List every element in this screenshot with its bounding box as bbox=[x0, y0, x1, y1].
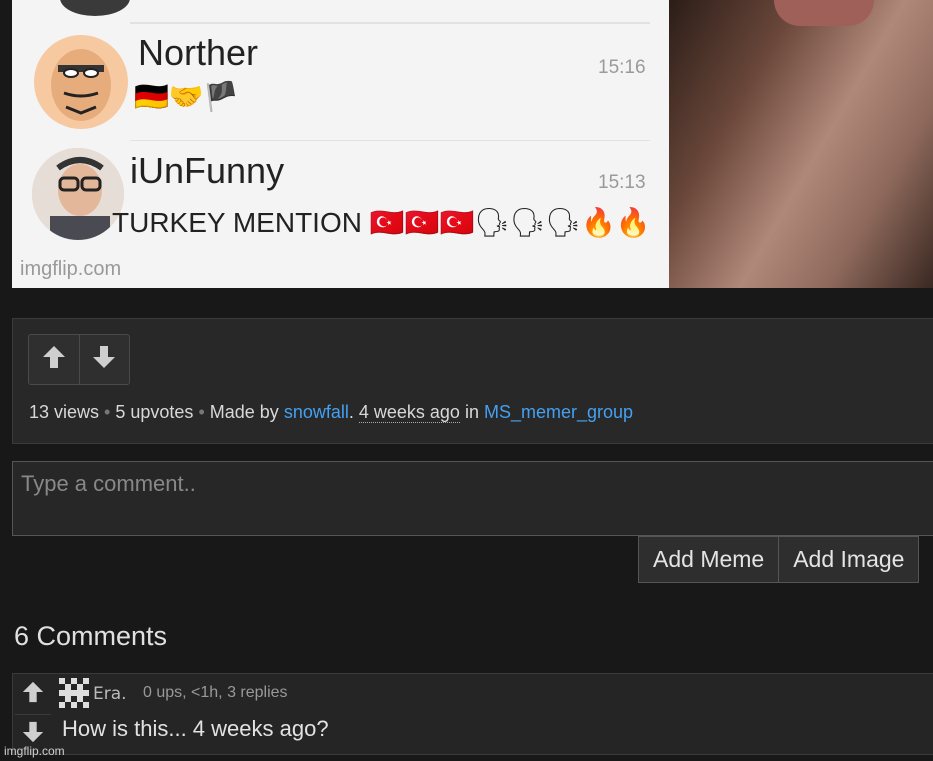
avatar bbox=[32, 148, 124, 240]
made-by-label: Made by bbox=[209, 402, 279, 422]
post-meta: 13 views • 5 upvotes • Made by snowfall.… bbox=[29, 402, 633, 423]
in-label: in bbox=[464, 402, 479, 422]
comment-username[interactable]: Era. bbox=[93, 684, 127, 704]
chat-message: 🇩🇪🤝🏴 bbox=[134, 81, 239, 112]
chat-time: 15:13 bbox=[598, 172, 646, 193]
watermark: imgflip.com bbox=[4, 744, 65, 758]
upvote-button[interactable] bbox=[29, 335, 80, 384]
period: . bbox=[348, 402, 354, 422]
divider bbox=[130, 22, 650, 24]
comment-upvote-button[interactable] bbox=[15, 676, 51, 712]
separator: • bbox=[198, 402, 210, 422]
arrow-up-icon bbox=[21, 680, 45, 709]
views-count: 13 views bbox=[29, 402, 100, 422]
arrow-down-icon bbox=[91, 344, 117, 375]
comment-meta: 0 ups, <1h, 3 replies bbox=[143, 684, 288, 701]
divider bbox=[15, 714, 51, 715]
comment-input[interactable] bbox=[13, 462, 933, 535]
comment-input-box bbox=[12, 461, 933, 536]
comment-actions: Add Meme Add Image bbox=[638, 536, 920, 583]
chat-message: TURKEY MENTION 🇹🇷🇹🇷🇹🇷🗣🗣🗣🔥🔥 bbox=[112, 207, 651, 238]
chat-screenshot: Norther 15:16 🇩🇪🤝🏴 iUnFunny 15:13 TURKEY… bbox=[12, 0, 669, 288]
meme-image[interactable]: Norther 15:16 🇩🇪🤝🏴 iUnFunny 15:13 TURKEY… bbox=[12, 0, 933, 288]
downvote-button[interactable] bbox=[79, 335, 129, 384]
comment-item: Era. 0 ups, <1h, 3 replies How is this..… bbox=[12, 673, 933, 755]
vote-box bbox=[28, 334, 130, 385]
lips bbox=[774, 0, 874, 26]
add-image-button[interactable]: Add Image bbox=[779, 536, 920, 583]
upvotes-count: 5 upvotes bbox=[115, 402, 194, 422]
avatar bbox=[60, 0, 130, 16]
comment-text: How is this... 4 weeks ago? bbox=[62, 716, 329, 741]
comments-count: 6 Comments bbox=[14, 621, 168, 651]
stream-link[interactable]: MS_memer_group bbox=[484, 402, 633, 422]
post-time: 4 weeks ago bbox=[358, 402, 460, 423]
chat-username: Norther bbox=[138, 32, 259, 73]
post-panel: 13 views • 5 upvotes • Made by snowfall.… bbox=[12, 318, 933, 444]
separator: • bbox=[104, 402, 116, 422]
avatar bbox=[34, 35, 128, 129]
add-meme-button[interactable]: Add Meme bbox=[638, 536, 780, 583]
watermark: imgflip.com bbox=[20, 258, 122, 280]
chat-username: iUnFunny bbox=[130, 150, 285, 191]
chat-time: 15:16 bbox=[598, 57, 646, 78]
arrow-up-icon bbox=[41, 344, 67, 375]
user-avatar-icon[interactable] bbox=[59, 678, 89, 713]
author-link[interactable]: snowfall bbox=[284, 402, 349, 422]
divider bbox=[130, 140, 650, 141]
photo bbox=[669, 0, 933, 288]
